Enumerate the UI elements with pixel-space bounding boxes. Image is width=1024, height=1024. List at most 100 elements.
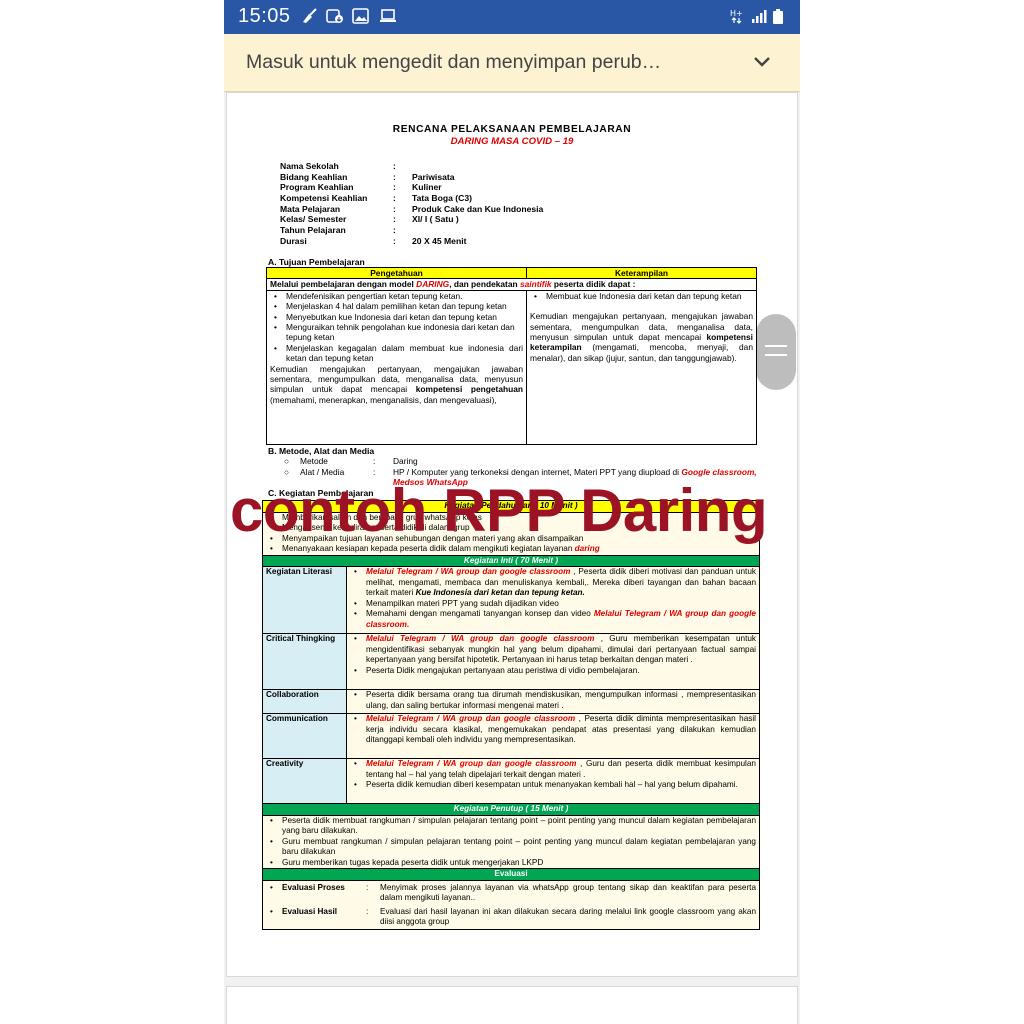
- activity-platform: Melalui Telegram / WA group dan google c…: [366, 714, 576, 723]
- identity-key: Program Keahlian: [280, 182, 354, 193]
- circle-bullet-icon: ○: [284, 456, 290, 466]
- identity-colon: :: [393, 225, 396, 236]
- objective-item: Menyebutkan kue Indonesia dari ketan dan…: [270, 312, 523, 323]
- laptop-icon: [380, 9, 396, 22]
- identity-row: Mata Pelajaran: Produk Cake dan Kue Indon…: [280, 204, 543, 215]
- banner-text: Masuk untuk mengedit dan menyimpan perub…: [246, 51, 662, 73]
- evaluation-header: Evaluasi: [262, 868, 760, 881]
- activity-item: Guru membuat rangkuman / simpulan pelaja…: [266, 837, 756, 858]
- paragraph-bold: kompetensi pengetahuan: [415, 384, 524, 395]
- edit-sign-in-banner[interactable]: Masuk untuk mengedit dan menyimpan perub…: [224, 34, 800, 92]
- evaluation-process-label: Evaluasi Proses: [282, 882, 345, 892]
- identity-row: Bidang Keahlian: Pariwisata: [280, 172, 543, 183]
- evaluation-process-value: Menyimak proses jalannya layanan via wha…: [380, 882, 756, 903]
- objective-item: Mendefenisikan pengertian ketan tepung k…: [270, 291, 523, 302]
- identity-colon: :: [393, 235, 396, 246]
- evaluation-result-value: Evaluasi dari hasil layanan ini akan dil…: [380, 906, 756, 927]
- identity-value: Tata Boga (C3): [412, 193, 473, 204]
- document-title: RENCANA PELAKSANAAN PEMBELAJARAN: [392, 124, 632, 135]
- activity-platform: Melalui Telegram / WA group dan google c…: [366, 634, 595, 643]
- intro-daring: DARING: [416, 279, 450, 290]
- paragraph-text: (memahami, menerapkan, menganalisis, dan…: [270, 394, 497, 405]
- document-subtitle: DARING MASA COVID – 19: [450, 136, 574, 147]
- image-icon: [352, 8, 369, 24]
- objective-item: Menjelaskan 4 hal dalam pemilihan ketan …: [270, 301, 523, 312]
- identity-key: Bidang Keahlian: [280, 171, 348, 182]
- activity-item: Melalui Telegram / WA group dan google c…: [350, 567, 756, 599]
- objective-item: Menjelaskan kegagalan dalam membuat kue …: [270, 343, 523, 364]
- evaluation-block: • Evaluasi Proses : Menyimak proses jala…: [262, 879, 760, 930]
- activity-item: Guru memberikan tugas kepada peserta did…: [266, 858, 756, 869]
- communication-label: Communication: [262, 713, 347, 759]
- activity-item: Melalui Telegram / WA group dan google c…: [350, 714, 756, 746]
- method-label: Metode: [300, 456, 328, 466]
- evaluation-result-row: • Evaluasi Hasil : Evaluasi dari hasil l…: [266, 907, 756, 928]
- activity-item: Memahami dengan mengamati tanyangan kons…: [350, 609, 756, 630]
- status-bar: 15:05 H+: [224, 0, 800, 34]
- evaluation-process-row: • Evaluasi Proses : Menyimak proses jala…: [266, 883, 756, 904]
- scroll-handle-line: [765, 354, 787, 356]
- identity-colon: :: [393, 171, 396, 182]
- identity-value: Kuliner: [412, 182, 442, 193]
- core-header: Kegiatan Inti ( 70 Menit ): [262, 554, 760, 567]
- section-b-heading: B. Metode, Alat dan Media: [268, 446, 375, 456]
- identity-key: Tahun Pelajaran: [280, 225, 346, 236]
- activity-item: Melalui Telegram / WA group dan google c…: [350, 759, 756, 780]
- identity-colon: :: [393, 203, 396, 214]
- intro-saintifik: saintifik: [519, 279, 552, 290]
- identity-key: Kelas/ Semester: [280, 214, 347, 225]
- objectives-table: Pengetahuan Keterampilan Melalui pembela…: [266, 266, 757, 445]
- svg-text:H+: H+: [730, 9, 743, 18]
- evaluation-colon: :: [366, 882, 369, 892]
- skill-paragraph: Kemudian mengajukan pertanyaan, mengajuk…: [530, 311, 753, 363]
- broom-icon: [303, 8, 317, 23]
- identity-row: Kelas/ Semester: XI/ I ( Satu ): [280, 214, 543, 225]
- method-row: ○ Metode : Daring: [284, 456, 758, 467]
- evaluation-result-label: Evaluasi Hasil: [282, 906, 338, 916]
- bullet-icon: •: [270, 906, 273, 916]
- identity-colon: :: [393, 214, 396, 225]
- download-badge-icon: [326, 9, 343, 23]
- identity-block: Nama Sekolah: Bidang Keahlian: Pariwisata…: [280, 161, 543, 247]
- critical-activities: Melalui Telegram / WA group dan google c…: [346, 633, 760, 690]
- intro-text: peserta didik dapat :: [551, 279, 636, 290]
- chevron-down-icon[interactable]: [752, 54, 772, 70]
- identity-key: Durasi: [280, 235, 307, 246]
- knowledge-objectives: Mendefenisikan pengertian ketan tepung k…: [266, 289, 527, 445]
- identity-value: Produk Cake dan Kue Indonesia: [412, 203, 544, 214]
- intro-text: , dan pendekatan: [449, 279, 520, 290]
- identity-value: Pariwisata: [412, 171, 455, 182]
- activity-platform: Melalui Telegram / WA group dan google c…: [366, 567, 571, 576]
- activity-item: Peserta didik kemudian diberi kesempatan…: [350, 780, 756, 791]
- objectives-intro: Melalui pembelajaran dengan model DARING…: [266, 278, 757, 291]
- identity-value: XI/ I ( Satu ): [412, 214, 459, 225]
- fast-scroll-handle[interactable]: [756, 314, 796, 390]
- activity-item: Peserta Didik mengajukan pertanyaan atau…: [350, 666, 756, 677]
- literacy-label: Kegiatan Literasi: [262, 566, 347, 634]
- intro-text: Melalui pembelajaran dengan model: [270, 279, 417, 290]
- bullet-icon: •: [270, 882, 273, 892]
- activity-item: Menampilkan materi PPT yang sudah dijadi…: [350, 599, 756, 610]
- activity-platform: Melalui Telegram / WA group dan google c…: [366, 759, 577, 768]
- identity-key: Kompetensi Keahlian: [280, 193, 368, 204]
- identity-row: Nama Sekolah:: [280, 161, 543, 172]
- objectives-col-knowledge: Pengetahuan: [266, 266, 527, 280]
- critical-label: Critical Thingking: [262, 633, 347, 690]
- scroll-handle-line: [765, 345, 787, 347]
- battery-icon: [773, 9, 783, 24]
- activity-text: Memahami dengan mengamati tanyangan kons…: [366, 609, 594, 618]
- activities-table: Kegiatan Pendahuluan ( 10 Menit ) Member…: [262, 500, 760, 930]
- creativity-label: Creativity: [262, 758, 347, 804]
- closing-activities: Peserta didik membuat rangkuman / simpul…: [262, 814, 760, 869]
- activity-item: Melalui Telegram / WA group dan google c…: [350, 634, 756, 666]
- identity-key: Nama Sekolah: [280, 161, 339, 171]
- communication-activities: Melalui Telegram / WA group dan google c…: [346, 713, 760, 759]
- objectives-col-skill: Keterampilan: [526, 266, 757, 280]
- method-colon: :: [373, 456, 376, 466]
- skill-objectives: Membuat kue Indonesia dari ketan dan tep…: [526, 289, 757, 445]
- literacy-activities: Melalui Telegram / WA group dan google c…: [346, 566, 760, 634]
- identity-colon: :: [393, 193, 396, 204]
- identity-row: Tahun Pelajaran:: [280, 225, 543, 236]
- section-a-heading: A. Tujuan Pembelajaran: [268, 257, 365, 267]
- identity-row: Durasi: 20 X 45 Menit: [280, 236, 543, 247]
